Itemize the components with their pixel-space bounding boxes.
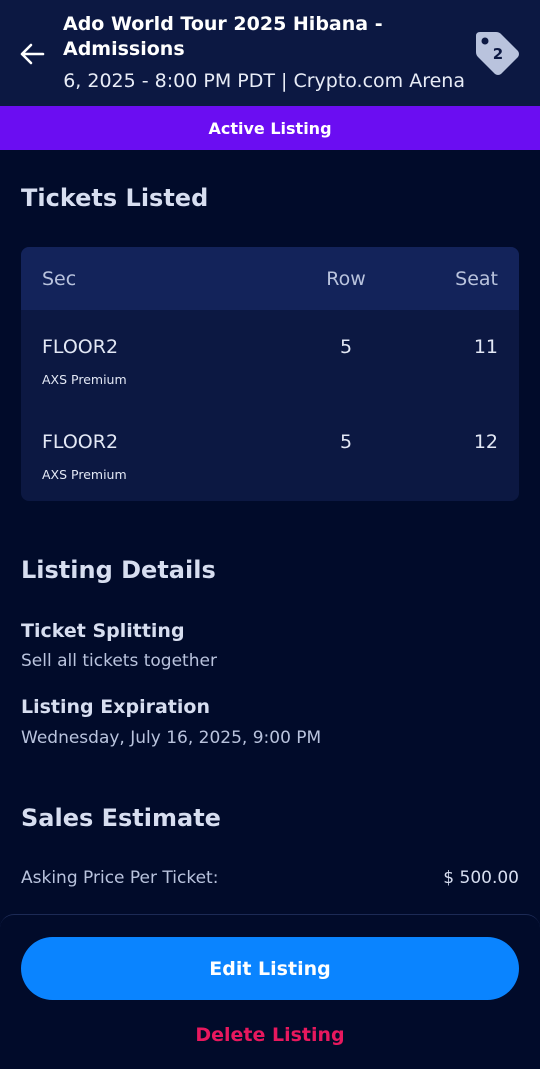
row-number: 5 bbox=[339, 336, 353, 358]
tickets-table-header: Sec Row Seat bbox=[21, 247, 519, 310]
ticket-splitting-label: Ticket Splitting bbox=[21, 620, 185, 642]
row-section: FLOOR2 bbox=[42, 336, 119, 358]
back-button[interactable] bbox=[16, 38, 48, 70]
arrow-left-icon bbox=[20, 43, 45, 65]
listing-expiration-value: Wednesday, July 16, 2025, 9:00 PM bbox=[21, 728, 322, 748]
table-row: FLOOR2 AXS Premium 5 11 bbox=[21, 336, 519, 431]
row-seat: 12 bbox=[473, 431, 498, 453]
table-row: FLOOR2 AXS Premium 5 12 bbox=[21, 431, 519, 501]
event-subtitle-text: Wed, Jul 16, 2025 - 8:00 PM PDT | Crypto… bbox=[63, 70, 465, 92]
tickets-table: Sec Row Seat FLOOR2 AXS Premium 5 11 FLO… bbox=[21, 247, 519, 501]
tickets-listed-heading: Tickets Listed bbox=[21, 184, 209, 212]
row-ticket-type: AXS Premium bbox=[42, 372, 127, 387]
row-section: FLOOR2 bbox=[42, 431, 119, 453]
column-seat: Seat bbox=[455, 268, 498, 290]
tag-count-badge: 2 bbox=[492, 45, 504, 63]
asking-price-value: $ 500.00 bbox=[443, 868, 519, 888]
listing-expiration-label: Listing Expiration bbox=[21, 696, 210, 718]
asking-price-label: Asking Price Per Ticket: bbox=[21, 868, 219, 888]
sales-estimate-heading: Sales Estimate bbox=[21, 804, 221, 832]
column-row: Row bbox=[326, 268, 366, 290]
row-ticket-type: AXS Premium bbox=[42, 467, 127, 482]
event-subtitle: Wed, Jul 16, 2025 - 8:00 PM PDT | Crypto… bbox=[63, 67, 465, 95]
row-number: 5 bbox=[339, 431, 353, 453]
row-seat: 11 bbox=[473, 336, 498, 358]
header: Ado World Tour 2025 Hibana - Admissions … bbox=[0, 0, 540, 106]
event-title: Ado World Tour 2025 Hibana - Admissions bbox=[63, 13, 383, 60]
listing-details-heading: Listing Details bbox=[21, 556, 216, 584]
delete-listing-button[interactable]: Delete Listing bbox=[0, 1018, 540, 1052]
status-banner: Active Listing bbox=[0, 106, 540, 150]
ticket-splitting-value: Sell all tickets together bbox=[21, 651, 217, 671]
column-sec: Sec bbox=[42, 268, 77, 290]
edit-listing-button[interactable]: Edit Listing bbox=[21, 937, 519, 1000]
